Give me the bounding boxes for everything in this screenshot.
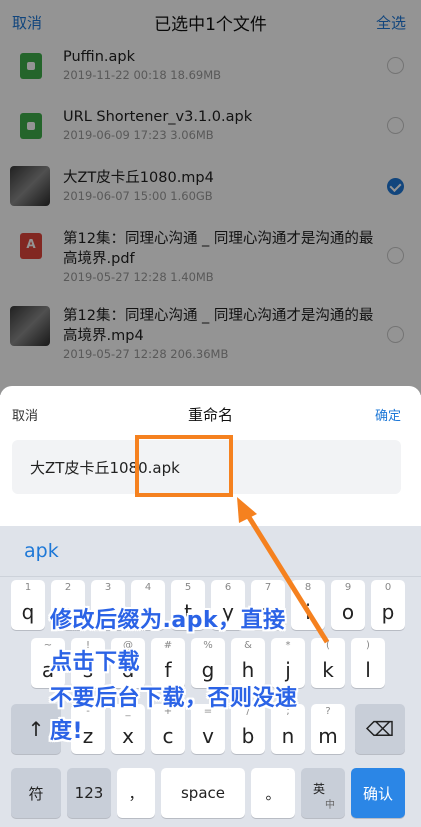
annotation-line-4: 度!: [50, 719, 84, 744]
annotation-line-3: 不要后台下载，否则没速: [50, 686, 298, 711]
annotation-line-2: 点击下载: [50, 650, 141, 675]
annotation-line-1: 修改后缀为.apk，直接: [50, 608, 286, 633]
